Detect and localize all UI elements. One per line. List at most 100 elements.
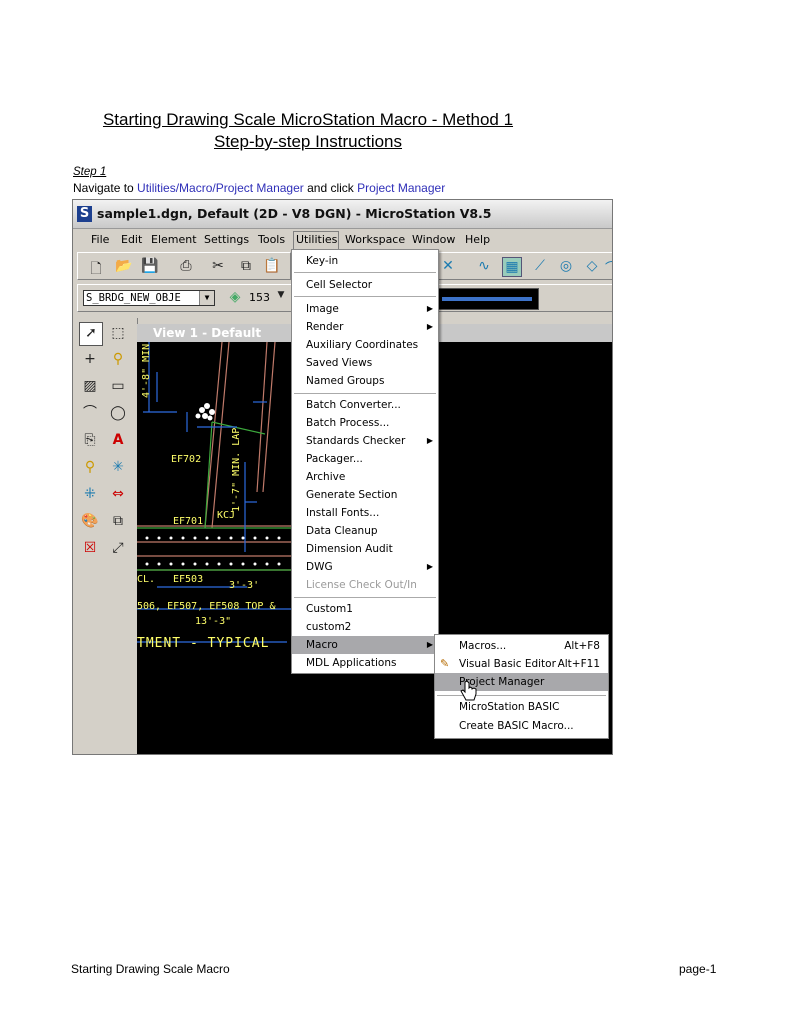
- palette-icon[interactable]: 🎨: [79, 510, 101, 532]
- menu-item-render[interactable]: Render ▶: [292, 318, 438, 336]
- bulb-icon[interactable]: ⚲: [79, 456, 101, 478]
- line-weight-preview[interactable]: [435, 288, 539, 310]
- menu-tools[interactable]: Tools: [258, 233, 285, 246]
- curve-icon[interactable]: ∿: [474, 258, 494, 274]
- instruction-path-link[interactable]: Utilities/Macro/Project Manager: [137, 181, 304, 195]
- cad-label-dim2: 13'-3": [195, 616, 232, 627]
- menu-item-custom1[interactable]: Custom1: [292, 600, 438, 618]
- menu-workspace[interactable]: Workspace: [345, 233, 405, 246]
- menu-item-image[interactable]: Image ▶: [292, 300, 438, 318]
- menu-item-auxiliary-coordinates[interactable]: Auxiliary Coordinates: [292, 336, 438, 354]
- menu-item-visual-basic-editor[interactable]: ✎ Visual Basic Editor Alt+F11: [435, 655, 608, 673]
- paste-icon[interactable]: 📋: [262, 258, 282, 274]
- menu-item-dimension-audit[interactable]: Dimension Audit: [292, 540, 438, 558]
- standard-toolbar: 🗋 📂 💾 ⎙ ✂ ⧉ 📋: [77, 252, 291, 280]
- new-file-icon[interactable]: 🗋: [86, 258, 106, 282]
- color-value[interactable]: 153: [249, 291, 270, 304]
- menu-item-saved-views[interactable]: Saved Views: [292, 354, 438, 372]
- cad-label-row: 506, EF507, EF508 TOP &: [137, 601, 276, 612]
- menu-window[interactable]: Window: [412, 233, 455, 246]
- copy-element-icon[interactable]: ⧉: [107, 510, 129, 532]
- menu-item-create-basic-macro[interactable]: Create BASIC Macro...: [435, 717, 608, 735]
- doc-title-line2: Step-by-step Instructions: [213, 132, 403, 151]
- sparkle-icon[interactable]: ✳: [107, 456, 129, 478]
- arc-icon[interactable]: ⌒: [602, 258, 612, 278]
- delete-icon[interactable]: ☒: [79, 537, 101, 559]
- diamond-icon[interactable]: ◇: [582, 258, 602, 274]
- line-icon[interactable]: ⟋: [530, 258, 550, 274]
- point-icon[interactable]: +: [79, 348, 101, 370]
- menu-item-custom2[interactable]: custom2: [292, 618, 438, 636]
- print-icon[interactable]: ⎙: [176, 258, 196, 274]
- menu-separator: [294, 296, 436, 297]
- chevron-down-icon[interactable]: ▼: [199, 291, 214, 305]
- menu-item-generate-section[interactable]: Generate Section: [292, 486, 438, 504]
- menu-item-data-cleanup[interactable]: Data Cleanup: [292, 522, 438, 540]
- snap-icon[interactable]: ✕: [438, 258, 458, 274]
- menu-item-batch-process[interactable]: Batch Process...: [292, 414, 438, 432]
- rectangle-icon[interactable]: ▭: [107, 375, 129, 397]
- color-chevron-down-icon[interactable]: ▼: [271, 290, 291, 300]
- menu-edit[interactable]: Edit: [121, 233, 142, 246]
- cad-label-ef701: EF701: [173, 516, 204, 527]
- submenu-arrow-icon: ▶: [426, 562, 433, 571]
- level-value: S_BRDG_NEW_OBJE: [86, 292, 181, 304]
- level-select[interactable]: S_BRDG_NEW_OBJE ▼: [83, 290, 215, 306]
- menu-item-standards-checker[interactable]: Standards Checker ▶: [292, 432, 438, 450]
- menu-item-cell-selector[interactable]: Cell Selector: [292, 276, 438, 294]
- dimension-icon[interactable]: ⇔: [107, 483, 129, 505]
- window-titlebar[interactable]: S sample1.dgn, Default (2D - V8 DGN) - M…: [73, 200, 612, 229]
- utilities-menu: Key-in Cell Selector Image ▶ Render ▶ Auxi…: [291, 249, 439, 674]
- menu-item-archive[interactable]: Archive: [292, 468, 438, 486]
- menu-separator: [294, 597, 436, 598]
- menu-item-dwg[interactable]: DWG ▶: [292, 558, 438, 576]
- menu-separator: [294, 393, 436, 394]
- doc-title-line1: Starting Drawing Scale MicroStation Macr…: [102, 110, 514, 129]
- arc-tool-icon[interactable]: ⌒: [79, 402, 101, 424]
- view-title: View 1 - Default: [153, 326, 262, 340]
- menu-settings[interactable]: Settings: [204, 233, 249, 246]
- cad-label-bottom: TMENT - TYPICAL: [137, 636, 270, 651]
- menu-help[interactable]: Help: [465, 233, 490, 246]
- menu-item-key-in[interactable]: Key-in: [292, 252, 438, 270]
- cad-label-dim1: 3'-3': [229, 580, 260, 591]
- pattern-icon[interactable]: ▦: [502, 257, 522, 277]
- instruction-target-link[interactable]: Project Manager: [357, 181, 445, 195]
- menu-bar: File Edit Element Settings Tools Utiliti…: [77, 230, 610, 250]
- select-arrow-icon[interactable]: ➚: [79, 322, 103, 346]
- save-icon[interactable]: 💾: [140, 258, 160, 274]
- scale-icon[interactable]: ⤢: [107, 537, 129, 559]
- microstation-screenshot: S sample1.dgn, Default (2D - V8 DGN) - M…: [72, 199, 613, 755]
- menu-item-named-groups[interactable]: Named Groups: [292, 372, 438, 390]
- footer-right: page-1: [679, 962, 717, 976]
- text-tool-icon[interactable]: A: [107, 429, 129, 451]
- menu-file[interactable]: File: [91, 233, 109, 246]
- instruction-middle: and click: [303, 181, 358, 195]
- menu-element[interactable]: Element: [151, 233, 197, 246]
- cad-label-cl: CL.: [137, 574, 156, 585]
- menu-item-macros[interactable]: Macros... Alt+F8: [435, 637, 608, 655]
- cut-icon[interactable]: ✂: [208, 258, 228, 274]
- color-icon[interactable]: ◈: [225, 289, 245, 305]
- vba-editor-icon: ✎: [440, 657, 450, 670]
- bulb-line-icon[interactable]: ⚲: [107, 348, 129, 370]
- copy-icon[interactable]: ⧉: [236, 258, 256, 274]
- pattern-tool-icon[interactable]: ⁜: [79, 483, 101, 505]
- menu-item-macro[interactable]: Macro ▶: [292, 636, 438, 654]
- menu-item-mdl-applications[interactable]: MDL Applications: [292, 654, 438, 672]
- menu-separator: [294, 272, 436, 273]
- menu-utilities[interactable]: Utilities: [293, 231, 339, 250]
- ellipse-icon[interactable]: ◯: [107, 402, 129, 424]
- cad-label-min: 4'-8" MIN.: [141, 342, 152, 398]
- menu-item-install-fonts[interactable]: Install Fonts...: [292, 504, 438, 522]
- cad-label-kcj: KCJ: [217, 510, 236, 521]
- fence-icon[interactable]: ⬚: [107, 322, 129, 344]
- menu-item-batch-converter[interactable]: Batch Converter...: [292, 396, 438, 414]
- open-folder-icon[interactable]: 📂: [114, 258, 134, 274]
- cell-icon[interactable]: ⎘: [79, 429, 101, 451]
- submenu-arrow-icon: ▶: [426, 436, 433, 445]
- cad-label-ef702: EF702: [171, 454, 202, 465]
- circle-icon[interactable]: ◎: [556, 258, 576, 274]
- menu-item-packager[interactable]: Packager...: [292, 450, 438, 468]
- shape-icon[interactable]: ▨: [79, 375, 101, 397]
